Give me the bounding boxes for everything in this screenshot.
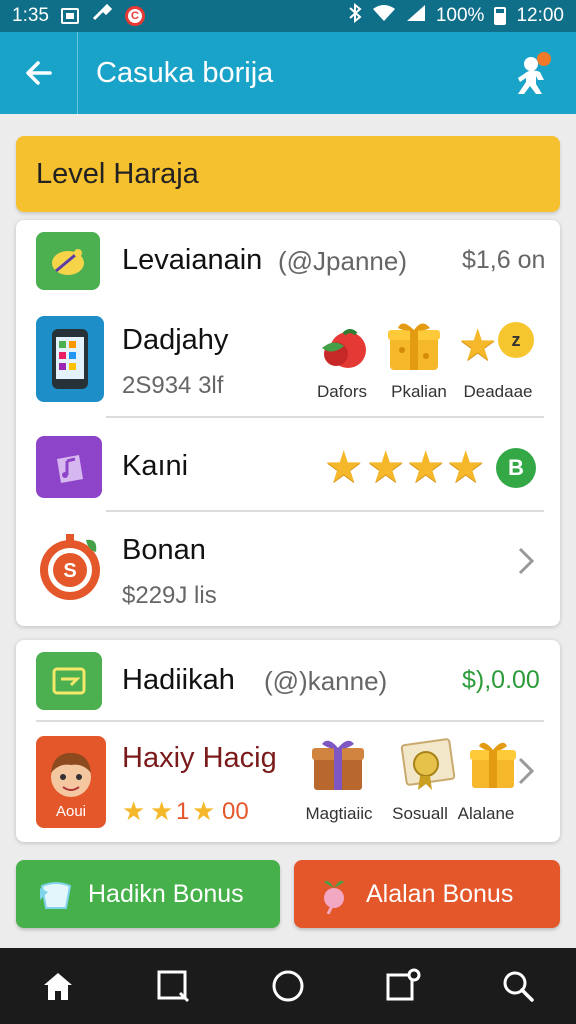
navigation-bar [0, 948, 576, 1024]
page-title: Casuka borija [96, 56, 274, 89]
star-icon: ★ [366, 443, 406, 492]
app-bar: Casuka borija [0, 32, 576, 114]
right-bonus-label: Alalan Bonus [366, 879, 514, 908]
arrow-left-icon [25, 61, 52, 85]
item-name: Hadiikah [122, 664, 235, 696]
certificate-icon [400, 736, 456, 797]
item-handle: (@)kanne) [264, 666, 388, 696]
home-button[interactable] [38, 966, 78, 1006]
gift-box-icon [468, 738, 518, 795]
list-item[interactable]: Kaıni ★ ★ ★ ★ B [16, 424, 560, 510]
search-icon [503, 971, 535, 1002]
star-icon: ★ [406, 443, 446, 492]
music-app-icon [36, 436, 102, 498]
recents-button[interactable] [153, 966, 193, 1006]
right-bonus-button[interactable]: Alalan Bonus [294, 860, 560, 928]
item-thumb-label: Deadaae [463, 382, 533, 401]
phone-app-icon [36, 316, 104, 402]
rating-value: 00 [222, 798, 249, 825]
item-handle: (@Jpanne) [278, 246, 408, 276]
rewards-list-card: Levaianain (@Jpanne) $1,6 on Dadjahy 2S9… [16, 220, 560, 626]
divider [106, 510, 544, 512]
chevron-right-icon[interactable] [516, 546, 536, 585]
item-name: Levaianain [122, 244, 263, 276]
circle-button[interactable] [268, 966, 308, 1006]
chevron-right-icon[interactable] [516, 756, 536, 795]
level-header: Level Haraja [16, 136, 560, 212]
item-thumb-label: Dafors [316, 382, 368, 401]
wifi-icon [372, 4, 396, 28]
z-coin-icon: z [498, 322, 534, 358]
item-name: Dadjahy [122, 324, 229, 356]
wallet-app-icon [36, 652, 102, 710]
avatar-app-icon: Aoui [36, 736, 106, 828]
player-avatar-icon [518, 52, 551, 94]
item-thumb-label: Alalane [457, 804, 515, 823]
star-icon: ★ [446, 443, 486, 492]
item-subtitle: $229J lis [122, 582, 217, 609]
list-item[interactable]: Levaianain (@Jpanne) $1,6 on [16, 220, 560, 300]
star-icon: ★ [122, 796, 146, 826]
battery-percent: 100% [435, 5, 485, 26]
item-thumb-label: Magtiaiic [305, 804, 373, 823]
divider [36, 720, 544, 722]
app-notification-icon: C [124, 6, 145, 26]
list-item[interactable]: Aoui Haxiy Hacig ★ ★ 1 ★ 00 Magtiaiic So… [16, 726, 560, 838]
leaf-app-icon [36, 232, 100, 290]
battery-icon [494, 7, 507, 25]
item-subtitle: 2S934 3lf [122, 372, 224, 399]
tools-notification-icon [91, 3, 113, 29]
gift-box-icon [386, 318, 442, 377]
item-name: Haxiy Hacig [122, 742, 277, 774]
bluetooth-icon [348, 2, 362, 29]
item-price: $1,6 on [462, 246, 546, 274]
signal-icon [406, 4, 426, 28]
list-item[interactable]: S Bonan $229J lis [16, 516, 560, 624]
status-time: 1:35 [12, 5, 49, 26]
level-badge: B [496, 448, 536, 488]
left-bonus-label: Hadikn Bonus [88, 879, 244, 908]
status-bar: 1:35 C 100% 12:00 [0, 0, 576, 32]
notification-square-icon [386, 968, 421, 1001]
gallery-notification-icon [60, 8, 79, 24]
recents-icon [157, 970, 189, 1003]
home-icon [43, 973, 72, 1000]
notifications-button[interactable] [383, 966, 423, 1006]
search-button[interactable] [498, 966, 538, 1006]
gift-box-icon [308, 736, 368, 797]
back-button[interactable] [0, 32, 78, 114]
radish-icon [324, 880, 344, 914]
star-icon: ★ [324, 443, 364, 492]
divider [106, 416, 544, 418]
svg-text:S: S [63, 560, 76, 582]
item-name: Bonan [122, 534, 206, 566]
item-price: $),0.00 [462, 666, 540, 694]
profile-button[interactable] [514, 50, 554, 98]
avatar-label: Aoui [55, 802, 87, 820]
status-clock: 12:00 [516, 5, 564, 26]
coin-timer-icon: S [36, 530, 106, 604]
star-icon: ★ [458, 321, 498, 370]
rating-value: 1 [176, 798, 190, 825]
cup-icon [40, 882, 72, 909]
tomato-icon [314, 326, 372, 375]
star-icon: ★ [192, 796, 216, 826]
star-icon: ★ [150, 796, 174, 826]
item-thumb-label: Pkalian [391, 382, 447, 401]
list-item[interactable]: Dadjahy 2S934 3lf ★ z Dafors Pkalian Dea… [16, 304, 560, 412]
list-item[interactable]: Hadiikah (@)kanne) $),0.00 [16, 640, 560, 720]
left-bonus-button[interactable]: Hadikn Bonus [16, 860, 280, 928]
circle-icon [272, 970, 304, 1002]
item-name: Kaıni [122, 450, 189, 482]
bonus-list-card: Hadiikah (@)kanne) $),0.00 Aoui Haxiy Ha… [16, 640, 560, 842]
